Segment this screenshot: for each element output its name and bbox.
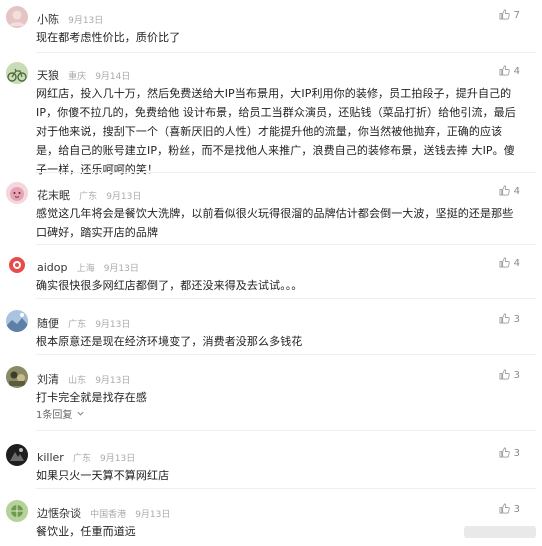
comment-location: 山东	[68, 376, 87, 386]
comment-time: 9月13日	[68, 16, 104, 26]
avatar[interactable]	[6, 500, 28, 522]
like-button[interactable]: 3	[499, 447, 520, 459]
like-count: 7	[513, 10, 520, 21]
comment-time: 9月13日	[103, 264, 139, 274]
avatar[interactable]	[6, 254, 28, 276]
thumb-up-icon	[499, 185, 510, 196]
like-count: 3	[513, 314, 520, 325]
comment-text: 确实很快很多网红店都倒了，都还没来得及去试试。。。	[36, 279, 303, 292]
watermark	[464, 526, 536, 538]
avatar[interactable]	[6, 310, 28, 332]
like-count: 4	[513, 186, 520, 197]
comment-text: 网红店，投入几十万，然后免费送给大IP当布景用，大IP利用你的装修，员工拍段子，…	[36, 87, 516, 176]
avatar[interactable]	[6, 6, 28, 28]
comment-location: 广东	[68, 320, 87, 330]
comment-list: 小陈 9月13日 7 现在都考虑性价比，质价比了 天狼 重庆 9月14日 4 网…	[0, 0, 542, 546]
thumb-up-icon	[499, 447, 510, 458]
comment-text: 餐饮业，任重而道远	[36, 525, 136, 538]
like-count: 4	[513, 66, 520, 77]
like-count: 3	[513, 370, 520, 381]
comment-text: 根本原意还是现在经济环境变了，消费者没那么多钱花	[36, 335, 303, 348]
comment-time: 9月13日	[106, 192, 142, 202]
username[interactable]: 刘清	[37, 373, 59, 386]
comment-text: 打卡完全就是找存在感	[36, 391, 147, 404]
divider	[36, 52, 536, 53]
comment-meta: killer 广东 9月13日	[37, 446, 136, 464]
like-button[interactable]: 3	[499, 313, 520, 325]
comment-text: 感觉这几年将会是餐饮大洗牌，以前看似很火玩得很溜的品牌估计都会倒一大波，坚挺的还…	[36, 207, 514, 239]
username[interactable]: aidop	[37, 261, 68, 274]
thumb-up-icon	[499, 503, 510, 514]
username[interactable]: 随便	[37, 317, 59, 330]
like-count: 3	[513, 448, 520, 459]
comment-location: 重庆	[68, 72, 87, 82]
comment-meta: aidop 上海 9月13日	[37, 256, 139, 274]
comment-meta: 花末眠 广东 9月13日	[37, 184, 142, 202]
username[interactable]: 小陈	[37, 13, 59, 26]
like-button[interactable]: 3	[499, 369, 520, 381]
comment-location: 广东	[72, 454, 91, 464]
divider	[36, 354, 536, 355]
comment-meta: 小陈 9月13日	[37, 8, 104, 26]
like-button[interactable]: 4	[499, 257, 520, 269]
divider	[36, 172, 536, 173]
comment-time: 9月14日	[95, 72, 131, 82]
chevron-down-icon	[77, 411, 84, 416]
divider	[36, 244, 536, 245]
like-button[interactable]: 7	[499, 9, 520, 21]
divider	[36, 298, 536, 299]
avatar[interactable]	[6, 182, 28, 204]
comment-text: 现在都考虑性价比，质价比了	[36, 31, 181, 44]
comment-location: 中国香港	[90, 510, 127, 520]
thumb-up-icon	[499, 65, 510, 76]
like-button[interactable]: 3	[499, 503, 520, 515]
thumb-up-icon	[499, 9, 510, 20]
like-count: 4	[513, 258, 520, 269]
username[interactable]: 天狼	[37, 69, 59, 82]
view-replies-button[interactable]: 1条回复	[36, 406, 85, 421]
comment-meta: 天狼 重庆 9月14日	[37, 64, 131, 82]
divider	[36, 430, 536, 431]
comment-meta: 随便 广东 9月13日	[37, 312, 131, 330]
like-button[interactable]: 4	[499, 65, 520, 77]
username[interactable]: 边惬杂谈	[37, 507, 81, 520]
comment-time: 9月13日	[100, 454, 136, 464]
username[interactable]: killer	[37, 451, 64, 464]
divider	[36, 488, 536, 489]
comment-location: 上海	[76, 264, 95, 274]
comment-meta: 刘清 山东 9月13日	[37, 368, 131, 386]
comment-time: 9月13日	[95, 376, 131, 386]
avatar[interactable]	[6, 366, 28, 388]
avatar[interactable]	[6, 444, 28, 466]
comment-text: 如果只火一天算不算网红店	[36, 469, 170, 482]
like-button[interactable]: 4	[499, 185, 520, 197]
comment-time: 9月13日	[95, 320, 131, 330]
thumb-up-icon	[499, 369, 510, 380]
comment-meta: 边惬杂谈 中国香港 9月13日	[37, 502, 171, 520]
thumb-up-icon	[499, 257, 510, 268]
username[interactable]: 花末眠	[37, 189, 70, 202]
comment-time: 9月13日	[135, 510, 171, 520]
thumb-up-icon	[499, 313, 510, 324]
avatar[interactable]	[6, 62, 28, 84]
replies-label: 1条回复	[36, 410, 73, 421]
comment-location: 广东	[79, 192, 98, 202]
like-count: 3	[513, 504, 520, 515]
